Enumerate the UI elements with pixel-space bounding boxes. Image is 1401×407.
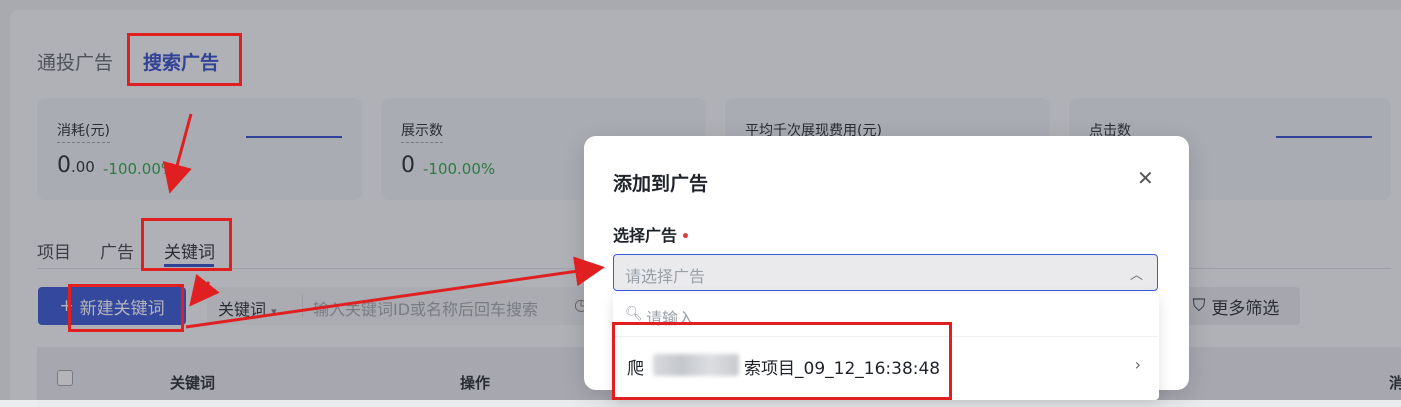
close-icon[interactable]: ✕ [1137, 166, 1154, 190]
redacted-text [653, 354, 739, 376]
chevron-right-icon: › [1134, 355, 1141, 374]
search-placeholder: 请输入 [646, 309, 695, 328]
option-search-input[interactable]: 🔍︎ 请输入 [613, 294, 1159, 337]
dialog-title: 添加到广告 [613, 173, 709, 195]
select-ad-label: 选择广告 • [613, 226, 690, 245]
select-ad-dropdown[interactable]: 请选择广告 ︿ [613, 254, 1158, 291]
ad-options-menu: 🔍︎ 请输入 爬索项目_09_12_16:38:48 › [613, 294, 1159, 400]
required-marker-icon: • [681, 229, 690, 245]
ad-option-item[interactable]: 爬索项目_09_12_16:38:48 › [613, 344, 1159, 388]
search-icon: 🔍︎ [625, 306, 643, 322]
chevron-up-icon: ︿ [1129, 268, 1143, 283]
select-placeholder: 请选择广告 [625, 267, 706, 286]
